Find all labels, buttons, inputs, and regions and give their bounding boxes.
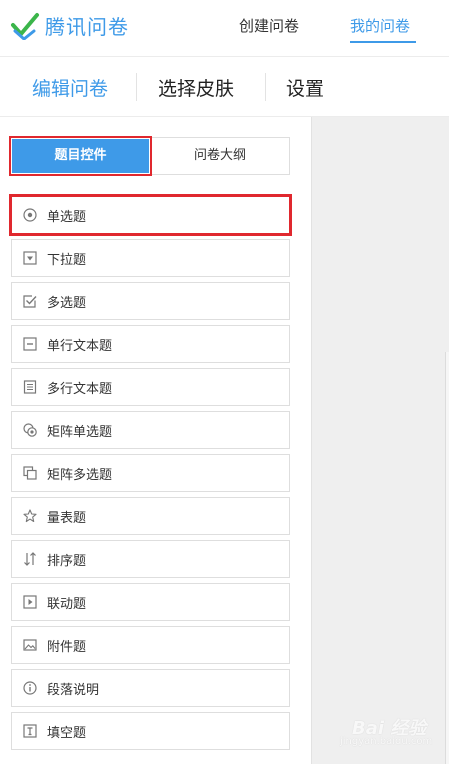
radio-icon xyxy=(23,208,37,222)
question-type-label: 段落说明 xyxy=(47,682,100,698)
question-type-fill-blank[interactable]: 填空题 xyxy=(11,712,290,750)
question-type-single-choice[interactable]: 单选题 xyxy=(9,194,292,236)
question-type-label: 多选题 xyxy=(47,295,87,311)
question-type-dropdown[interactable]: 下拉题 xyxy=(11,239,290,277)
app-page: 腾讯问卷 创建问卷 我的问卷 编辑问卷 选择皮肤 设置 题目控件 问卷大纲 单选… xyxy=(0,0,449,764)
question-type-label: 矩阵多选题 xyxy=(47,467,113,483)
question-type-rating-scale[interactable]: 量表题 xyxy=(11,497,290,535)
info-icon xyxy=(23,681,37,695)
tab-edit-survey[interactable]: 编辑问卷 xyxy=(32,74,108,101)
tab-settings[interactable]: 设置 xyxy=(286,74,324,101)
survey-canvas xyxy=(311,117,449,764)
tab-survey-outline[interactable]: 问卷大纲 xyxy=(151,138,289,174)
multi-line-text-icon xyxy=(23,380,37,394)
question-type-single-line-text[interactable]: 单行文本题 xyxy=(11,325,290,363)
canvas-scroll-edge xyxy=(445,352,449,764)
sort-icon xyxy=(23,552,37,566)
question-type-label: 下拉题 xyxy=(47,252,87,268)
question-type-sort[interactable]: 排序题 xyxy=(11,540,290,578)
matrix-radio-icon xyxy=(23,423,37,437)
tab-choose-skin[interactable]: 选择皮肤 xyxy=(158,74,234,101)
question-type-paragraph[interactable]: 段落说明 xyxy=(11,669,290,707)
question-type-matrix-single-choice[interactable]: 矩阵单选题 xyxy=(11,411,290,449)
question-type-multiple-choice[interactable]: 多选题 xyxy=(11,282,290,320)
matrix-checkbox-icon xyxy=(23,466,37,480)
image-icon xyxy=(23,638,37,652)
dropdown-icon xyxy=(23,251,37,265)
question-type-list: 单选题 下拉题 多选题 单行文本题 多行文本题 矩阵单选题 矩阵多选题 量表题 … xyxy=(9,194,292,755)
fill-blank-icon xyxy=(23,724,37,738)
question-type-label: 联动题 xyxy=(47,596,87,612)
question-type-label: 附件题 xyxy=(47,639,87,655)
question-type-label: 多行文本题 xyxy=(47,381,113,397)
question-type-label: 单选题 xyxy=(47,209,87,225)
panel-tabs: 题目控件 问卷大纲 xyxy=(9,136,290,176)
checkbox-icon xyxy=(23,294,37,308)
question-type-label: 量表题 xyxy=(47,510,87,526)
question-type-label: 填空题 xyxy=(47,725,87,741)
nav-create-survey[interactable]: 创建问卷 xyxy=(239,15,299,36)
nav-active-underline xyxy=(350,41,416,43)
editor-tabbar: 编辑问卷 选择皮肤 设置 xyxy=(0,57,449,117)
logo[interactable]: 腾讯问卷 xyxy=(10,10,129,40)
tab-question-controls[interactable]: 题目控件 xyxy=(9,136,152,176)
question-type-cascade[interactable]: 联动题 xyxy=(11,583,290,621)
tab-divider xyxy=(136,73,137,101)
logo-check-icon xyxy=(11,13,39,40)
single-line-text-icon xyxy=(23,337,37,351)
question-type-label: 排序题 xyxy=(47,553,87,569)
question-type-matrix-multiple-choice[interactable]: 矩阵多选题 xyxy=(11,454,290,492)
question-type-label: 单行文本题 xyxy=(47,338,113,354)
question-type-label: 矩阵单选题 xyxy=(47,424,113,440)
tab-divider xyxy=(265,73,266,101)
brand-name: 腾讯问卷 xyxy=(45,14,129,39)
question-type-multi-line-text[interactable]: 多行文本题 xyxy=(11,368,290,406)
star-icon xyxy=(23,509,37,523)
nav-my-surveys[interactable]: 我的问卷 xyxy=(350,15,410,36)
question-type-attachment[interactable]: 附件题 xyxy=(11,626,290,664)
top-header: 腾讯问卷 创建问卷 我的问卷 xyxy=(0,0,449,57)
cascade-icon xyxy=(23,595,37,609)
